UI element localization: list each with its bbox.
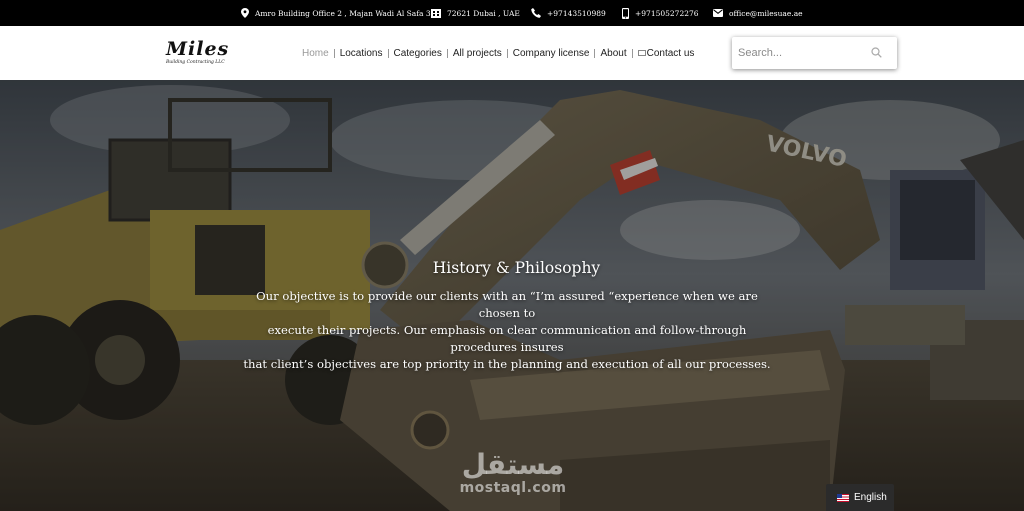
nav-all-projects[interactable]: All projects <box>453 48 502 59</box>
envelope-icon <box>713 9 723 17</box>
nav-about[interactable]: About <box>600 48 626 59</box>
nav-divider <box>387 48 389 58</box>
logo-tagline: Building Contracting LLC <box>166 60 225 65</box>
search-input[interactable] <box>738 43 866 63</box>
phone-icon <box>531 8 541 18</box>
us-flag-icon <box>837 493 849 502</box>
main-nav: Home Locations Categories All projects C… <box>302 26 694 80</box>
pobox-text: 72621 Dubai , UAE <box>447 8 520 18</box>
nav-categories[interactable]: Categories <box>394 48 442 59</box>
phone-text: +97143510989 <box>547 8 606 18</box>
nav-locations[interactable]: Locations <box>340 48 383 59</box>
watermark-latin: mostaql.com <box>459 480 567 496</box>
language-label: English <box>854 492 887 503</box>
nav-divider <box>594 48 596 58</box>
email-item[interactable]: office@milesuae.ae <box>713 0 803 26</box>
hero-section: VOLVO History & Philosophy Our objective… <box>0 80 1024 511</box>
nav-contact-label: Contact us <box>646 47 695 59</box>
mobile-icon <box>622 7 629 19</box>
nav-divider <box>631 48 633 58</box>
hero-description: Our objective is to provide our clients … <box>240 288 774 373</box>
top-contact-bar: Amro Building Office 2 , Majan Wadi Al S… <box>0 0 1024 26</box>
address-item: Amro Building Office 2 , Majan Wadi Al S… <box>241 0 431 26</box>
nav-divider <box>446 48 448 58</box>
nav-divider <box>333 48 335 58</box>
hero-line: execute their projects. Our emphasis on … <box>267 323 747 354</box>
mobile-text: +971505272276 <box>635 8 699 18</box>
hero-line: that client’s objectives are top priorit… <box>243 357 771 371</box>
nav-divider <box>506 48 508 58</box>
watermark-arabic: مستقل <box>461 448 565 481</box>
map-pin-icon <box>241 8 249 18</box>
phone-item[interactable]: +97143510989 <box>531 0 606 26</box>
hero-title: History & Philosophy <box>432 259 601 277</box>
nav-home[interactable]: Home <box>302 48 329 59</box>
nav-contact-us[interactable]: Contact us <box>637 47 695 59</box>
language-switcher[interactable]: English <box>826 484 894 511</box>
company-logo[interactable]: Miles Building Contracting LLC <box>166 40 240 68</box>
logo-wordmark: Miles <box>166 38 230 60</box>
address-text: Amro Building Office 2 , Majan Wadi Al S… <box>255 8 431 18</box>
mobile-item[interactable]: +971505272276 <box>622 0 699 26</box>
hero-line: Our objective is to provide our clients … <box>256 289 758 320</box>
pobox-item: 72621 Dubai , UAE <box>431 0 520 26</box>
search-icon[interactable] <box>871 47 882 58</box>
mostaql-watermark: مستقل mostaql.com <box>448 448 578 497</box>
email-text: office@milesuae.ae <box>729 8 803 18</box>
building-icon <box>431 9 441 18</box>
mail-mini-icon <box>637 49 646 56</box>
nav-company-license[interactable]: Company license <box>513 48 590 59</box>
